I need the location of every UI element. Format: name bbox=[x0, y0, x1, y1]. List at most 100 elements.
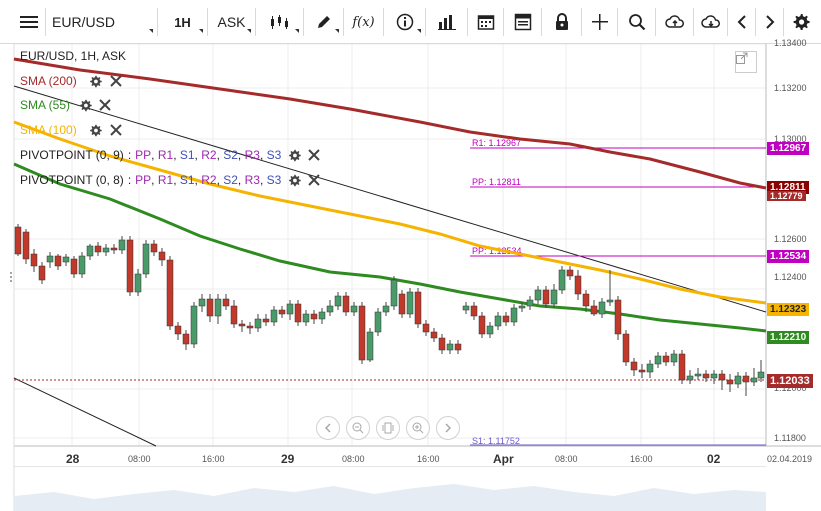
legend-sma55[interactable]: SMA (55) bbox=[20, 96, 112, 114]
volume-button[interactable] bbox=[426, 8, 468, 36]
chart-area[interactable]: R1: 1.12967 PP: 1.12811 PP: 1.12534 S1: … bbox=[0, 38, 821, 511]
price-type-selector[interactable]: ASK bbox=[208, 8, 256, 36]
chevron-down-icon bbox=[247, 29, 251, 33]
symbol-selector[interactable]: EUR/USD bbox=[46, 8, 158, 36]
candle-body bbox=[294, 303, 302, 323]
price-tag-r1: 1.12967 bbox=[767, 142, 810, 155]
bar-chart-icon bbox=[437, 15, 456, 30]
gear-icon[interactable] bbox=[78, 98, 92, 112]
gear-icon[interactable] bbox=[89, 74, 103, 88]
candle-body bbox=[478, 315, 486, 335]
candle-body bbox=[678, 353, 686, 381]
candle-body bbox=[582, 293, 590, 307]
pivot-pp1-label: PP: 1.12811 bbox=[472, 177, 521, 187]
candle-body bbox=[70, 258, 78, 275]
close-icon[interactable] bbox=[109, 123, 123, 137]
close-icon[interactable] bbox=[307, 173, 321, 187]
candle-body bbox=[214, 298, 222, 317]
pivot-level: R2 bbox=[201, 148, 217, 162]
info-button[interactable] bbox=[384, 8, 426, 36]
chart-type-button[interactable] bbox=[256, 8, 304, 36]
zoom-in-button[interactable] bbox=[406, 416, 430, 440]
candle-body bbox=[757, 371, 765, 379]
candle-body bbox=[414, 291, 422, 325]
candles bbox=[14, 224, 765, 396]
pivot-level: S3 bbox=[266, 148, 282, 162]
gear-icon[interactable] bbox=[287, 148, 301, 162]
close-icon[interactable] bbox=[307, 148, 321, 162]
time-label: Apr bbox=[493, 452, 514, 466]
sma100-label: SMA (100) bbox=[20, 123, 77, 137]
gear-icon[interactable] bbox=[89, 123, 103, 137]
crosshair-button[interactable] bbox=[582, 8, 618, 36]
symbol-label: EUR/USD bbox=[52, 14, 116, 30]
candle-body bbox=[430, 331, 438, 339]
chevron-right-icon bbox=[445, 423, 452, 433]
candle-body bbox=[318, 311, 326, 320]
legend-pivot-1[interactable]: PIVOTPOINT (0, 9) : PP, R1, S1, R2, S2, … bbox=[20, 146, 321, 164]
legend-sma200[interactable]: SMA (200) bbox=[20, 72, 123, 90]
pivot-level: R2 bbox=[201, 173, 217, 187]
scroll-right-button[interactable] bbox=[756, 8, 784, 36]
calendar-button[interactable] bbox=[468, 8, 504, 36]
sma55-label: SMA (55) bbox=[20, 98, 71, 112]
candle-body bbox=[726, 379, 734, 385]
indicators-button[interactable]: f(x) bbox=[344, 8, 384, 36]
crosshair-icon bbox=[591, 14, 608, 30]
price-label: 1.12600 bbox=[774, 234, 807, 244]
candle-body bbox=[198, 298, 206, 307]
time-label: 08:00 bbox=[128, 454, 151, 464]
candle-body bbox=[126, 239, 134, 293]
reset-zoom-button[interactable] bbox=[376, 416, 400, 440]
menu-button[interactable] bbox=[12, 8, 46, 36]
navigator[interactable] bbox=[14, 466, 766, 511]
pivot-level: S2 bbox=[223, 148, 238, 162]
hamburger-icon bbox=[19, 16, 38, 28]
pan-right-button[interactable] bbox=[436, 416, 460, 440]
legend-sma100[interactable]: SMA (100) bbox=[20, 121, 123, 139]
time-label: 02.04.2019 bbox=[767, 454, 813, 464]
candle-body bbox=[686, 375, 694, 381]
settings-button[interactable] bbox=[786, 8, 816, 36]
chevron-right-icon bbox=[765, 15, 774, 29]
candle-body bbox=[302, 313, 310, 323]
close-icon[interactable] bbox=[109, 74, 123, 88]
scroll-left-button[interactable] bbox=[728, 8, 756, 36]
left-drag-handle[interactable] bbox=[8, 270, 14, 284]
download-button[interactable] bbox=[694, 8, 728, 36]
pivot-level: S3 bbox=[266, 173, 282, 187]
legend-title: EUR/USD, 1H, ASK bbox=[20, 47, 126, 65]
gear-icon[interactable] bbox=[287, 173, 301, 187]
price-label: 1.13200 bbox=[774, 83, 807, 93]
fullscreen-button[interactable] bbox=[735, 51, 757, 73]
price-tag-sma100: 1.12323 bbox=[767, 303, 810, 316]
price-tag-current: 1.12033 bbox=[767, 374, 813, 388]
candle-body bbox=[406, 291, 414, 315]
pan-left-button[interactable] bbox=[316, 416, 340, 440]
draw-tool-button[interactable] bbox=[304, 8, 344, 36]
candle-body bbox=[166, 259, 174, 327]
cloud-download-icon bbox=[700, 15, 720, 28]
layout-button[interactable] bbox=[504, 8, 542, 36]
upload-button[interactable] bbox=[656, 8, 694, 36]
candle-body bbox=[278, 309, 286, 315]
candlestick-icon bbox=[270, 15, 288, 29]
candle-body bbox=[118, 239, 126, 251]
candle-body bbox=[438, 337, 446, 351]
candle-body bbox=[174, 325, 182, 335]
lock-button[interactable] bbox=[542, 8, 582, 36]
zoom-out-button[interactable] bbox=[346, 416, 370, 440]
legend-pivot-2[interactable]: PIVOTPOINT (0, 8) : PP, R1, S1, R2, S2, … bbox=[20, 171, 321, 189]
timeframe-selector[interactable]: 1H bbox=[158, 8, 208, 36]
zoom-button[interactable] bbox=[618, 8, 656, 36]
pivot2-label: PIVOTPOINT (0, 8) bbox=[20, 173, 124, 187]
candle-body bbox=[150, 243, 158, 253]
chevron-down-icon bbox=[295, 29, 299, 33]
candle-body bbox=[158, 251, 166, 261]
close-icon[interactable] bbox=[98, 98, 112, 112]
candle-body bbox=[454, 343, 462, 351]
candle-body bbox=[342, 295, 350, 313]
time-label: 29 bbox=[281, 452, 295, 466]
candle-body bbox=[526, 299, 534, 307]
candle-body bbox=[326, 305, 334, 313]
